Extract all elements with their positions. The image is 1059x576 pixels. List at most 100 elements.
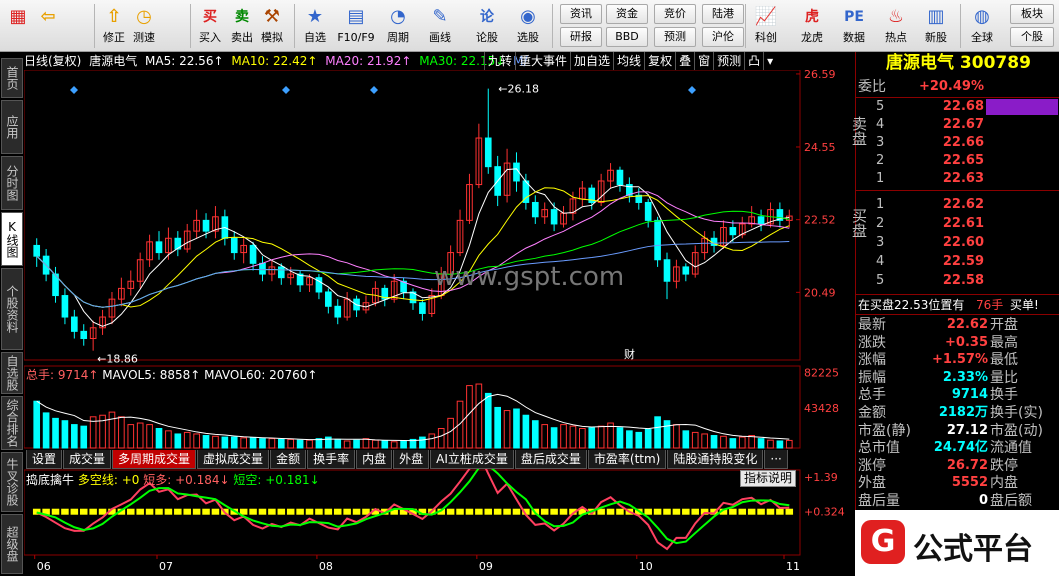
bid-row[interactable]: 4 22.59 xyxy=(856,253,1059,271)
chart-tool-button[interactable]: 叠 xyxy=(675,52,694,70)
mavol5-line xyxy=(36,393,790,442)
left-tab[interactable]: 首页 xyxy=(1,58,23,98)
bid-row[interactable]: 1 22.62 xyxy=(856,196,1059,214)
globe-icon: ◍ xyxy=(974,6,990,27)
ma20-legend: MA20: 21.92↑ xyxy=(325,54,412,68)
toolbar-button-cycle[interactable]: ◔ 周期 xyxy=(382,2,414,50)
chart-tool-button[interactable]: 九转 xyxy=(484,52,515,70)
quick-button[interactable]: 预测 xyxy=(654,27,696,47)
toolbar-separator xyxy=(552,4,553,48)
toolbar-button-dragon[interactable]: 虎龙虎 xyxy=(796,2,828,50)
chart-tool-button[interactable]: 重大事件 xyxy=(515,52,570,70)
left-tab[interactable]: 应用 xyxy=(1,100,23,154)
indicator-tab[interactable]: AI立桩成交量 xyxy=(430,450,514,469)
ask-row[interactable]: 3 22.66 xyxy=(856,134,1059,152)
toolbar-button-label: 自选 xyxy=(304,31,326,44)
chart-tool-button[interactable]: ▾ xyxy=(763,52,776,70)
toolbar-button-f10[interactable]: ▤ F10/F9 xyxy=(336,2,376,50)
volume-bar xyxy=(729,438,737,449)
left-tab[interactable]: 综合排名 xyxy=(1,396,23,450)
indicator-tab[interactable]: 金额 xyxy=(270,450,307,469)
stat-row: 盘后量 0 盘后额 xyxy=(856,492,1059,510)
candle-body xyxy=(757,216,765,225)
volume-bar xyxy=(673,424,680,449)
indicator-tab[interactable]: 内盘 xyxy=(356,450,393,469)
sector-button[interactable]: 板块 xyxy=(1010,4,1054,24)
indicator-tab[interactable]: 陆股通持股变化 xyxy=(667,450,764,469)
toolbar-button-buy[interactable]: 买买入 xyxy=(196,2,224,50)
indicator-tab[interactable]: 换手率 xyxy=(307,450,356,469)
chart-tool-button[interactable]: 窗 xyxy=(694,52,713,70)
indicator-help-button[interactable]: 指标说明 xyxy=(740,470,796,487)
ask-row[interactable]: 5 22.68 xyxy=(856,98,1059,116)
quick-button[interactable]: 陆港 xyxy=(702,4,744,24)
toolbar-button-select-stock[interactable]: ◉ 选股 xyxy=(510,2,546,50)
ask-row[interactable]: 1 22.63 xyxy=(856,170,1059,188)
chart-tool-button[interactable]: 预测 xyxy=(713,52,744,70)
toolbar-button-speed[interactable]: ◷ 测速 xyxy=(130,2,158,50)
quick-button[interactable]: BBD xyxy=(606,27,648,47)
ask-row[interactable]: 2 22.65 xyxy=(856,152,1059,170)
period-label[interactable]: 日线(复权) xyxy=(24,54,81,68)
toolbar-button-globe[interactable]: ◍ 全球 xyxy=(966,2,998,50)
toolbar-button-sell[interactable]: 卖卖出 xyxy=(228,2,256,50)
volume-bar xyxy=(390,441,398,449)
chart-tool-button[interactable]: 均线 xyxy=(613,52,644,70)
toolbar-button-discuss[interactable]: 论论股 xyxy=(472,2,502,50)
bid-row[interactable]: 3 22.60 xyxy=(856,234,1059,252)
hammer-icon: ⚒ xyxy=(263,6,281,27)
toolbar-button-back-arrow[interactable]: ⇦ xyxy=(34,2,62,50)
indicator-tab[interactable]: 成交量 xyxy=(63,450,112,469)
volume-bar xyxy=(569,425,577,449)
toolbar-button-grid[interactable]: ▦ xyxy=(4,2,32,50)
quick-button[interactable]: 资金 xyxy=(606,4,648,24)
chart-tool-button[interactable]: 加自选 xyxy=(570,52,613,70)
quick-button[interactable]: 竞价 xyxy=(654,4,696,24)
toolbar-button-revise[interactable]: ⇧ 修正 xyxy=(100,2,128,50)
indicator-tab[interactable]: 盘后成交量 xyxy=(514,450,587,469)
event-marker xyxy=(688,86,696,94)
volume-bar xyxy=(108,411,116,449)
bid-row[interactable]: 2 22.61 xyxy=(856,215,1059,233)
quick-button[interactable]: 资讯 xyxy=(560,4,602,24)
volume-bar xyxy=(635,431,643,449)
stat-row: 最新 22.62 开盘 xyxy=(856,316,1059,334)
indicator-tab[interactable]: 设置 xyxy=(26,450,63,469)
x-tick-label: 10 xyxy=(639,560,653,573)
bid-price: 22.62 xyxy=(942,197,984,212)
indicator-tab[interactable]: ··· xyxy=(764,450,788,469)
stat-row: 涨幅 +1.57% 最低 xyxy=(856,351,1059,369)
toolbar-button-hot[interactable]: ♨ 热点 xyxy=(880,2,912,50)
single-stock-button[interactable]: 个股 xyxy=(1010,27,1054,47)
left-tab[interactable]: 个股资料 xyxy=(1,268,23,350)
stock-title: 唐源电气 300789 xyxy=(856,52,1059,74)
toolbar-button-pencil[interactable]: ✎ 画线 xyxy=(424,2,456,50)
toolbar-button-kechuang[interactable]: 📈 科创 xyxy=(750,2,782,50)
left-tab[interactable]: 超级盘 xyxy=(1,514,23,574)
quick-button[interactable]: 研报 xyxy=(560,27,602,47)
quick-button[interactable]: 沪伦 xyxy=(702,27,744,47)
volume-bar xyxy=(165,430,172,449)
left-tab[interactable]: K线图 xyxy=(1,212,23,266)
indicator-tab[interactable]: 外盘 xyxy=(393,450,430,469)
chart-tool-button[interactable]: 复权 xyxy=(644,52,675,70)
toolbar-button-pe[interactable]: PE 数据 xyxy=(838,2,870,50)
left-tab[interactable]: 分时图 xyxy=(1,156,23,210)
toolbar-button-ipo[interactable]: ▥ 新股 xyxy=(920,2,952,50)
chart-tool-button[interactable]: 凸 xyxy=(744,52,763,70)
indicator-tab[interactable]: 虚拟成交量 xyxy=(197,450,270,469)
bid-row[interactable]: 5 22.58 xyxy=(856,272,1059,290)
left-tab[interactable]: 自选股 xyxy=(1,352,23,394)
candle-body xyxy=(325,291,332,307)
toolbar-button-star[interactable]: ★ 自选 xyxy=(300,2,330,50)
kline-chart-area[interactable]: 26.59 24.55 22.52 20.49 ←26.18 ←18.86 财 www.gs… xyxy=(24,70,855,576)
indicator-tab[interactable]: 市盈率(ttm) xyxy=(587,450,667,469)
volume-bar xyxy=(494,406,501,449)
stat-label: 总手 xyxy=(858,387,886,404)
left-tab[interactable]: 牛叉诊股 xyxy=(1,452,23,512)
stat-value: 2182万 xyxy=(938,405,988,420)
bid-level: 4 xyxy=(876,254,885,269)
toolbar-button-hammer[interactable]: ⚒ 模拟 xyxy=(258,2,286,50)
ask-row[interactable]: 4 22.67 xyxy=(856,116,1059,134)
indicator-tab[interactable]: 多周期成交量 xyxy=(112,450,197,469)
